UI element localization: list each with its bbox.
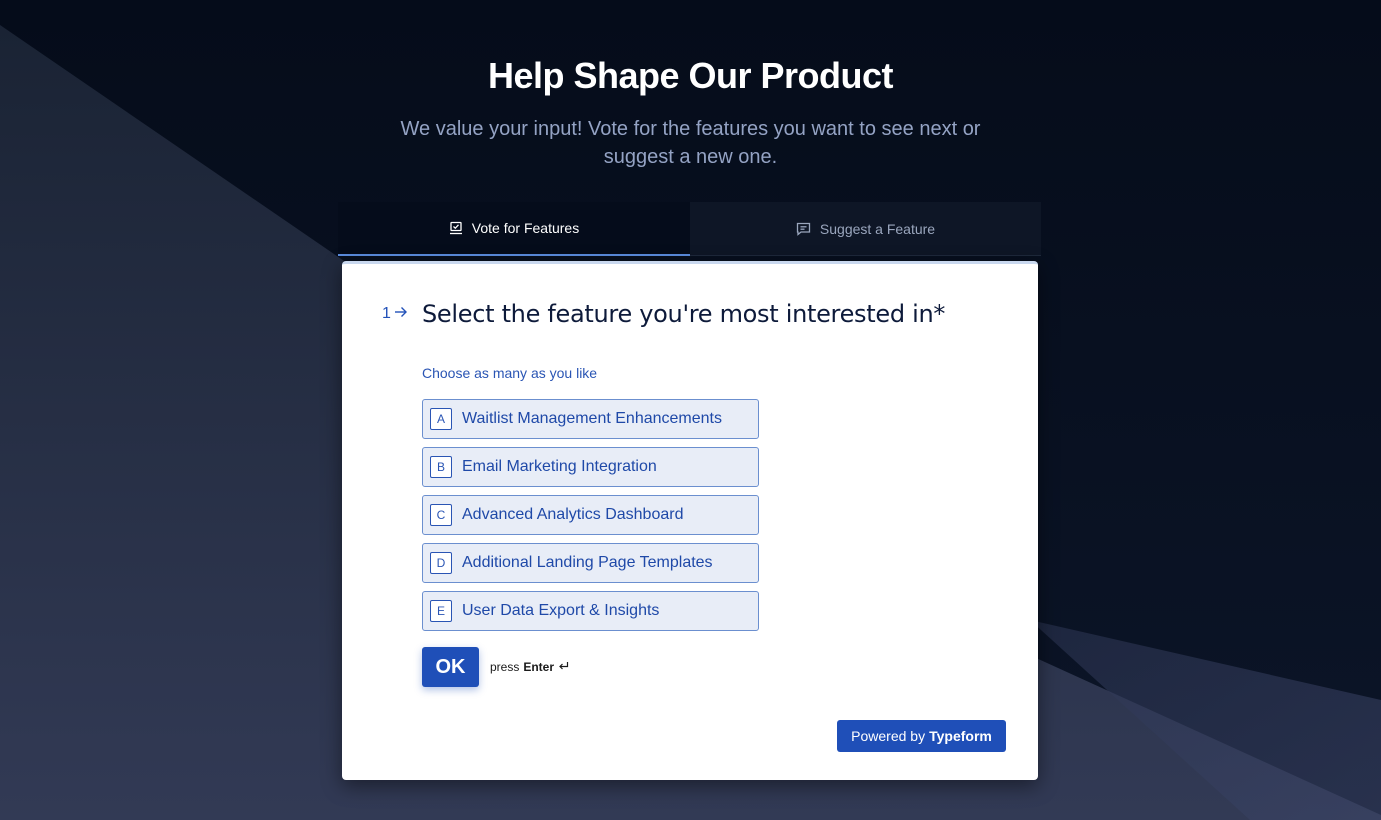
question-number-value: 1: [382, 305, 391, 322]
message-square-icon: [796, 222, 811, 236]
option-a[interactable]: A Waitlist Management Enhancements: [422, 399, 759, 439]
question-hint: Choose as many as you like: [422, 365, 598, 381]
option-key-e: E: [430, 600, 452, 622]
press-key: Enter: [523, 660, 555, 674]
tab-suggest-a-feature[interactable]: Suggest a Feature: [690, 202, 1041, 256]
tab-suggest-label: Suggest a Feature: [819, 220, 936, 237]
page-subtitle: We value your input! Vote for the featur…: [400, 118, 981, 168]
powered-by-typeform-button[interactable]: Powered by Typeform: [837, 720, 1006, 752]
option-label-a: Waitlist Management Enhancements: [462, 410, 722, 427]
option-label-e: User Data Export & Insights: [462, 602, 660, 619]
question-header: 1 Select the feature you're most interes…: [382, 300, 945, 328]
tab-vote-for-features[interactable]: Vote for Features: [338, 202, 690, 256]
option-key-c: C: [430, 504, 452, 526]
arrow-right-icon: [394, 305, 408, 323]
question-title: Select the feature you're most intereste…: [422, 300, 946, 328]
option-c[interactable]: C Advanced Analytics Dashboard: [422, 495, 759, 535]
option-key-b: B: [430, 456, 452, 478]
page: Help Shape Our Product We value your inp…: [0, 0, 1381, 820]
option-key-d: D: [430, 552, 452, 574]
enter-return-icon: [558, 660, 569, 674]
option-label-b: Email Marketing Integration: [462, 458, 657, 475]
powered-by-brand: Typeform: [929, 728, 992, 744]
ok-button[interactable]: OK: [422, 647, 479, 687]
typeform-card: 1 Select the feature you're most interes…: [342, 261, 1038, 780]
press-enter-hint: press Enter: [490, 660, 569, 674]
options-list: A Waitlist Management Enhancements B Ema…: [422, 399, 759, 639]
option-label-c: Advanced Analytics Dashboard: [462, 506, 684, 523]
option-key-a: A: [430, 408, 452, 430]
option-label-d: Additional Landing Page Templates: [462, 554, 713, 571]
press-text: press: [490, 660, 520, 674]
submit-row: OK press Enter: [422, 647, 569, 687]
powered-by-prefix: Powered by: [851, 728, 926, 744]
ballot-box-icon: [449, 221, 463, 235]
tab-vote-label: Vote for Features: [471, 220, 580, 236]
option-d[interactable]: D Additional Landing Page Templates: [422, 543, 759, 583]
tab-bar: Vote for Features Suggest a Feature: [338, 202, 1041, 256]
option-b[interactable]: B Email Marketing Integration: [422, 447, 759, 487]
option-e[interactable]: E User Data Export & Insights: [422, 591, 759, 631]
question-number: 1: [382, 305, 422, 323]
page-title: Help Shape Our Product: [487, 55, 894, 96]
